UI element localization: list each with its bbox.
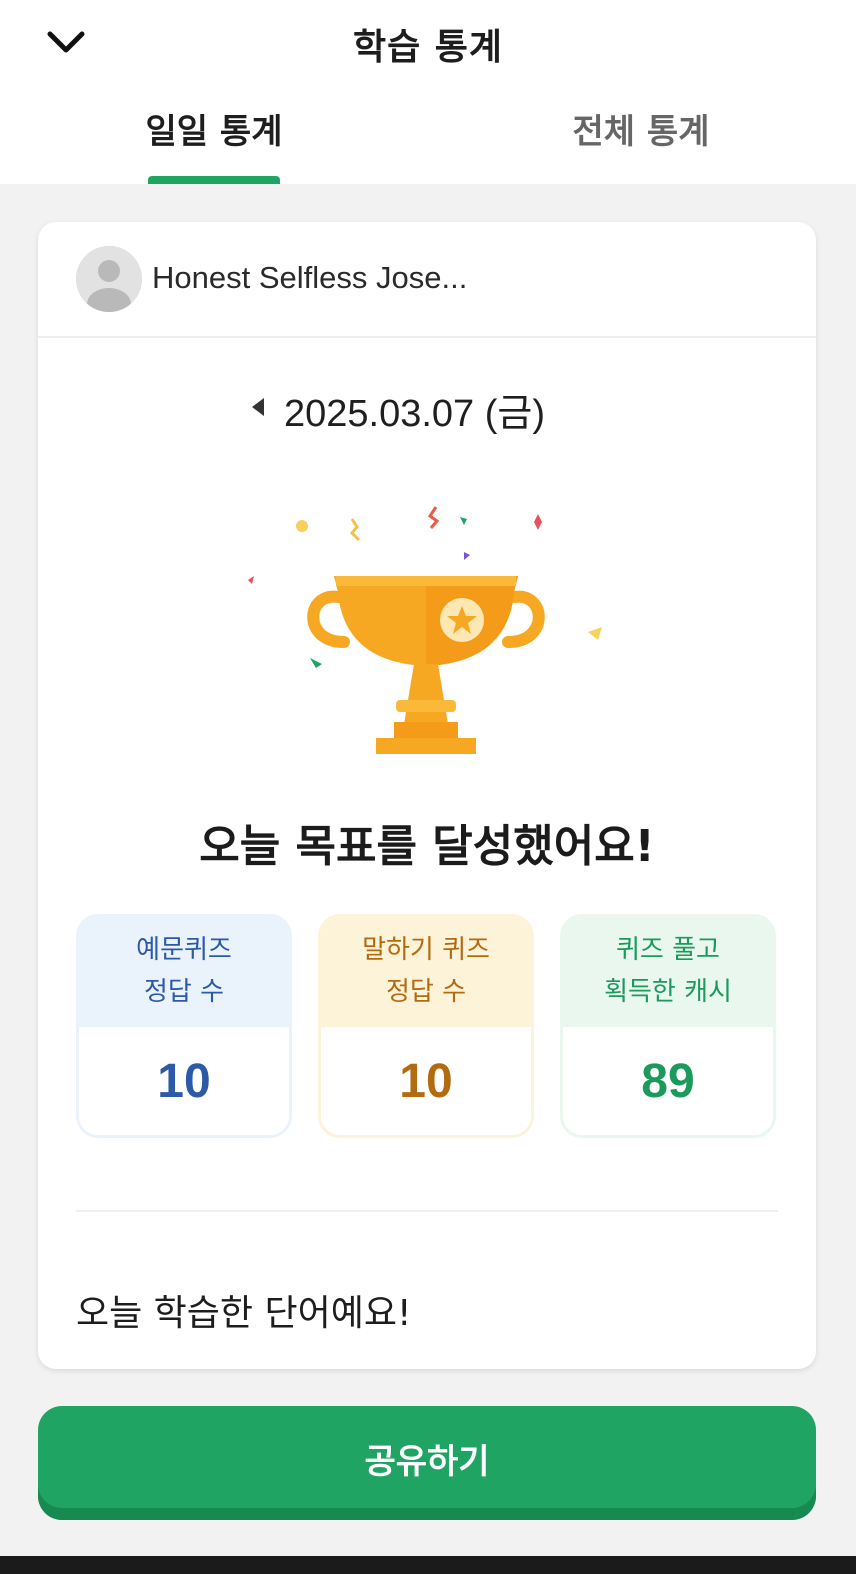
stat-value: 10 — [321, 1027, 531, 1135]
learned-words-title: 오늘 학습한 단어예요! — [76, 1293, 412, 1334]
active-tab-indicator — [148, 176, 280, 184]
caret-left-icon[interactable] — [246, 394, 270, 420]
divider — [76, 1210, 778, 1212]
page-title: 학습 통계 — [352, 27, 503, 68]
header: 학습 통계 일일 통계 전체 통계 — [0, 0, 856, 184]
bottom-bar — [0, 1556, 856, 1574]
trophy-illustration — [226, 492, 626, 772]
avatar — [76, 246, 142, 312]
date-selector: 2025.03.07 (금) — [38, 382, 816, 435]
stat-cash-earned: 퀴즈 풀고 획득한 캐시 89 — [560, 914, 776, 1138]
stat-speaking-quiz: 말하기 퀴즈 정답 수 10 — [318, 914, 534, 1138]
share-button[interactable]: 공유하기 — [38, 1406, 816, 1520]
profile-header: Honest Selfless Jose... — [38, 222, 816, 338]
stat-label: 예문퀴즈 정답 수 — [79, 917, 289, 1027]
stat-value: 89 — [563, 1027, 773, 1135]
username: Honest Selfless Jose... — [152, 260, 468, 295]
daily-stats-card: Honest Selfless Jose... 2025.03.07 (금) 오… — [38, 222, 816, 1369]
tab-daily-stats[interactable]: 일일 통계 — [84, 104, 344, 153]
date-label: 2025.03.07 (금) — [284, 393, 546, 435]
goal-message: 오늘 목표를 달성했어요! — [199, 821, 655, 872]
avatar-icon — [76, 246, 142, 312]
stat-value: 10 — [79, 1027, 289, 1135]
trophy-icon — [248, 506, 602, 754]
tab-total-stats[interactable]: 전체 통계 — [511, 104, 771, 153]
stat-label: 퀴즈 풀고 획득한 캐시 — [563, 917, 773, 1027]
stat-label: 말하기 퀴즈 정답 수 — [321, 917, 531, 1027]
stat-example-quiz: 예문퀴즈 정답 수 10 — [76, 914, 292, 1138]
